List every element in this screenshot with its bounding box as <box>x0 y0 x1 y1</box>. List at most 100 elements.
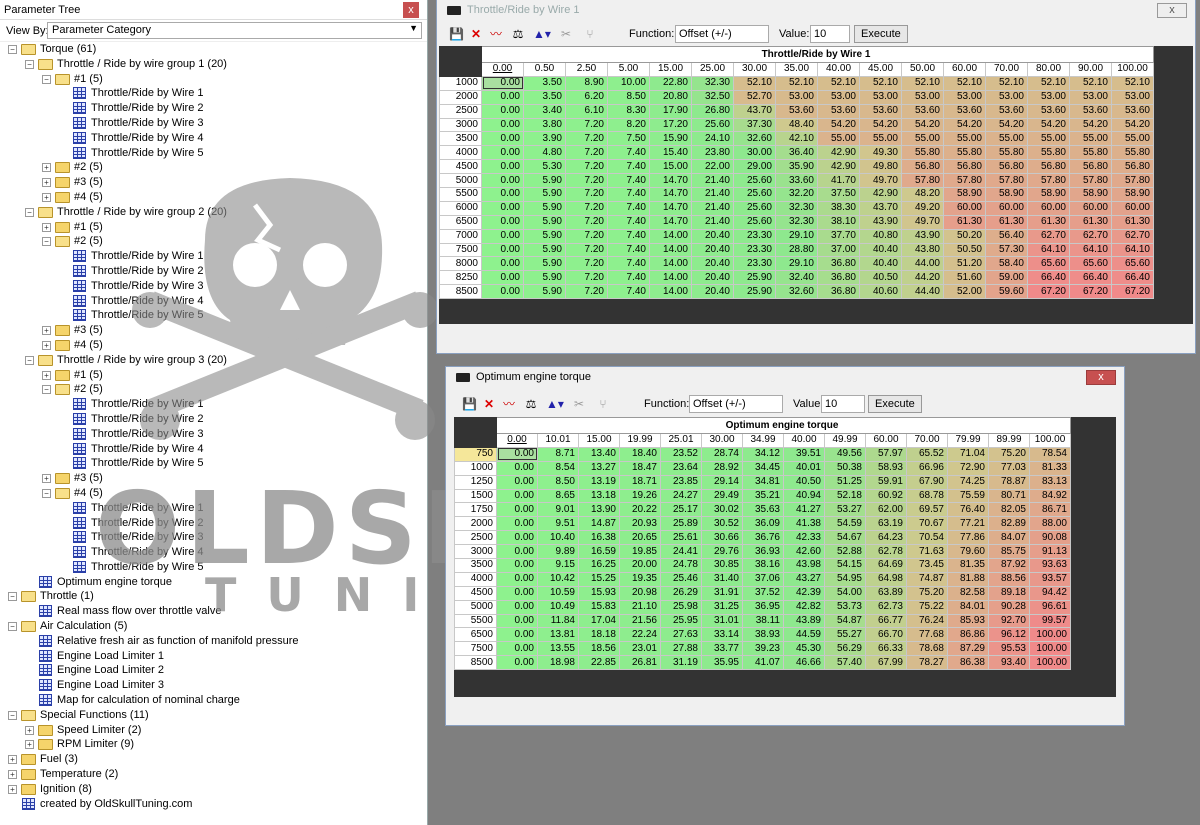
table-cell[interactable]: 24.41 <box>660 544 702 560</box>
table-cell[interactable]: 42.90 <box>859 187 902 202</box>
x-axis-header[interactable]: 100.00 <box>1111 62 1154 77</box>
table-cell[interactable]: 69.57 <box>906 502 948 518</box>
collapse-icon[interactable]: − <box>8 622 17 632</box>
table-cell[interactable]: 13.55 <box>537 641 579 657</box>
table-cell[interactable]: 67.90 <box>906 474 948 490</box>
table-cell[interactable]: 60.00 <box>943 200 986 216</box>
table-cell[interactable]: 50.50 <box>943 242 986 258</box>
table-cell[interactable]: 61.30 <box>1069 214 1112 230</box>
table-cell[interactable]: 5.90 <box>523 256 566 272</box>
table-cell[interactable]: 3.50 <box>523 75 566 91</box>
table-cell[interactable]: 67.20 <box>1111 284 1154 300</box>
tree-node[interactable]: Engine Load Limiter 2 <box>0 663 427 678</box>
table-cell[interactable]: 53.60 <box>1069 103 1112 119</box>
table-cell[interactable]: 87.92 <box>988 558 1030 573</box>
table-cell[interactable]: 55.27 <box>824 627 866 643</box>
table-cell[interactable]: 0.00 <box>496 530 538 546</box>
table-cell[interactable]: 93.63 <box>1029 558 1071 573</box>
table-cell[interactable]: 78.27 <box>906 655 948 671</box>
table-cell[interactable]: 3.40 <box>523 103 566 119</box>
table-cell[interactable]: 58.93 <box>865 460 907 476</box>
table-cell[interactable]: 52.10 <box>775 75 818 91</box>
tree-node[interactable]: created by OldSkullTuning.com <box>0 797 427 812</box>
table-cell[interactable]: 38.10 <box>817 214 860 230</box>
collapse-icon[interactable]: − <box>8 710 17 720</box>
table-cell[interactable]: 53.60 <box>775 103 818 119</box>
table-cell[interactable]: 24.27 <box>660 488 702 504</box>
table-cell[interactable]: 37.00 <box>817 242 860 258</box>
table-cell[interactable]: 76.40 <box>947 502 989 518</box>
table-cell[interactable]: 23.01 <box>619 641 661 657</box>
collapse-icon[interactable]: − <box>25 59 34 69</box>
table-cell[interactable]: 7.40 <box>607 200 650 216</box>
table-cell[interactable]: 44.59 <box>783 627 825 643</box>
collapse-icon[interactable]: − <box>25 355 34 365</box>
tree-node[interactable]: Throttle/Ride by Wire 2 <box>0 412 427 427</box>
table-cell[interactable]: 40.80 <box>859 228 902 244</box>
table-cell[interactable]: 88.00 <box>1029 516 1071 532</box>
table-cell[interactable]: 53.00 <box>901 89 944 105</box>
table-cell[interactable]: 86.38 <box>947 655 989 671</box>
table-cell[interactable]: 0.00 <box>481 214 524 230</box>
table-cell[interactable]: 49.20 <box>901 200 944 216</box>
y-axis-header[interactable]: 5000 <box>454 599 497 615</box>
collapse-icon[interactable]: − <box>42 385 51 395</box>
table-cell[interactable]: 54.95 <box>824 571 866 587</box>
table-cell[interactable]: 31.91 <box>701 585 743 601</box>
y-axis-header[interactable]: 1000 <box>454 460 497 476</box>
table-cell[interactable]: 32.60 <box>775 284 818 300</box>
table-cell[interactable]: 7.20 <box>565 228 608 244</box>
color-icon[interactable]: ▲▾ <box>546 397 564 411</box>
table-cell[interactable]: 33.77 <box>701 641 743 657</box>
table-cell[interactable]: 75.20 <box>906 585 948 601</box>
table-cell[interactable]: 20.40 <box>691 242 734 258</box>
table-cell[interactable]: 60.00 <box>1069 200 1112 216</box>
table-cell[interactable]: 62.73 <box>865 599 907 615</box>
split-icon[interactable]: ⑂ <box>596 397 610 411</box>
table-cell[interactable]: 57.80 <box>1069 173 1112 189</box>
table-cell[interactable]: 71.63 <box>906 544 948 560</box>
table-cell[interactable]: 65.60 <box>1027 256 1070 272</box>
table-cell[interactable]: 36.40 <box>775 145 818 161</box>
table-cell[interactable]: 18.47 <box>619 460 661 476</box>
table-cell[interactable]: 53.60 <box>1111 103 1154 119</box>
save-icon[interactable]: 💾 <box>449 27 464 41</box>
table-cell[interactable]: 41.70 <box>817 173 860 189</box>
table-cell[interactable]: 66.40 <box>1069 270 1112 286</box>
table-cell[interactable]: 18.98 <box>537 655 579 671</box>
y-axis-header[interactable]: 6000 <box>439 200 482 216</box>
table-cell[interactable]: 0.00 <box>496 516 538 532</box>
table-cell[interactable]: 86.86 <box>947 627 989 643</box>
tree-node[interactable]: − Air Calculation (5) <box>0 619 427 634</box>
table-cell[interactable]: 57.80 <box>1111 173 1154 189</box>
table-cell[interactable]: 10.00 <box>607 75 650 91</box>
y-axis-header[interactable]: 3500 <box>454 558 497 573</box>
table-cell[interactable]: 50.20 <box>943 228 986 244</box>
table-cell[interactable]: 29.14 <box>701 474 743 490</box>
table-cell[interactable]: 22.00 <box>691 159 734 175</box>
table-cell[interactable]: 52.10 <box>733 75 776 91</box>
table-cell[interactable]: 78.87 <box>988 474 1030 490</box>
table-cell[interactable]: 81.33 <box>1029 460 1071 476</box>
tree-node[interactable]: Optimum engine torque <box>0 575 427 590</box>
table-cell[interactable]: 7.20 <box>565 256 608 272</box>
table-cell[interactable]: 28.74 <box>701 446 743 462</box>
table-cell[interactable]: 0.00 <box>496 655 538 671</box>
table-cell[interactable]: 7.20 <box>565 270 608 286</box>
table-cell[interactable]: 54.20 <box>817 117 860 133</box>
table-cell[interactable]: 7.20 <box>565 242 608 258</box>
table-cell[interactable]: 29.00 <box>733 159 776 175</box>
table-cell[interactable]: 40.50 <box>783 474 825 490</box>
table-cell[interactable]: 15.93 <box>578 585 620 601</box>
table-cell[interactable]: 37.06 <box>742 571 784 587</box>
table-cell[interactable]: 84.01 <box>947 599 989 615</box>
table-cell[interactable]: 4.80 <box>523 145 566 161</box>
table-cell[interactable]: 61.30 <box>1111 214 1154 230</box>
collapse-icon[interactable]: − <box>42 488 51 498</box>
table-cell[interactable]: 53.60 <box>1027 103 1070 119</box>
table-cell[interactable]: 7.20 <box>565 200 608 216</box>
table-cell[interactable]: 19.85 <box>619 544 661 560</box>
x-axis-header[interactable]: 89.99 <box>988 433 1030 448</box>
table-cell[interactable]: 38.16 <box>742 558 784 573</box>
table-cell[interactable]: 76.24 <box>906 613 948 629</box>
